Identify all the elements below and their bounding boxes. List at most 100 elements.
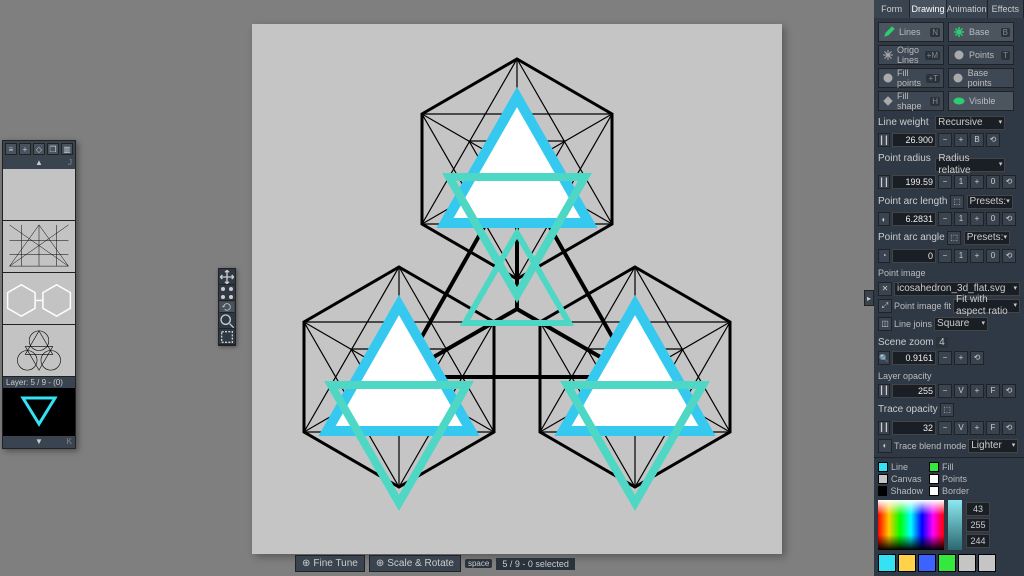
layer-stack-icon[interactable]: ▥ [61,143,73,155]
toggle-basepoints[interactable]: Base points [948,68,1014,88]
slider-icon[interactable]: ┃┃ [878,175,890,189]
toggle-origo[interactable]: Origo Lines+M [878,45,944,65]
point-radius-input[interactable]: 199.59 [892,175,936,189]
fit-select[interactable]: Fit with aspect ratio▾ [953,299,1020,313]
line-weight-mode[interactable]: Recursive▾ [935,116,1005,130]
layer-tag-icon[interactable]: ◇ [33,143,45,155]
slider-icon[interactable]: ┃┃ [878,133,890,147]
v-button[interactable]: V [954,384,968,398]
tab-form[interactable]: Form [874,0,910,18]
one-button[interactable]: 1 [954,175,968,189]
arc-len-input[interactable]: 6.2831 [892,212,936,226]
hue-picker[interactable] [878,500,944,550]
rgb-b[interactable]: 244 [966,534,990,548]
reset-button[interactable]: ⟲ [970,351,984,365]
node-tool-icon[interactable] [219,285,235,301]
layer-opacity-input[interactable]: 255 [892,384,936,398]
b-button[interactable]: B [970,133,984,147]
one-button[interactable]: 1 [954,212,968,226]
tone-slider[interactable] [948,500,962,550]
canvas[interactable] [252,24,782,554]
plus-button[interactable]: + [954,351,968,365]
color-points[interactable]: Points [929,474,974,484]
point-radius-mode[interactable]: Radius relative▾ [935,158,1005,172]
move-tool-icon[interactable] [219,269,235,285]
tab-animation[interactable]: Animation [947,0,988,18]
minus-button[interactable]: − [938,249,952,263]
minus-button[interactable]: − [938,212,952,226]
reset-button[interactable]: ⟲ [1002,175,1016,189]
link-segment-icon[interactable]: ⬚ [947,231,961,245]
layer-thumb[interactable] [3,325,75,377]
slider-icon[interactable]: ┃┃ [878,421,890,435]
join-icon[interactable]: ◫ [878,317,892,331]
one-button[interactable]: 1 [954,249,968,263]
color-fill[interactable]: Fill [929,462,974,472]
toggle-points[interactable]: PointsT [948,45,1014,65]
angle-icon[interactable]: ◔ [878,249,890,263]
rotate-tool-icon[interactable] [219,301,235,313]
arc-len-preset[interactable]: Presets:▾ [967,195,1013,209]
active-layer-thumb[interactable] [3,388,75,436]
toggle-base[interactable]: BaseB [948,22,1014,42]
toggle-fillpoints[interactable]: Fill points+T [878,68,944,88]
slider-icon[interactable]: ┃┃ [878,384,890,398]
minus-button[interactable]: − [938,175,952,189]
scale-rotate-button[interactable]: ⊕Scale & Rotate [369,555,461,572]
fit-icon[interactable]: ⤢ [878,299,892,313]
layer-thumb[interactable] [3,169,75,221]
rgb-r[interactable]: 43 [966,502,990,516]
f-button[interactable]: F [986,384,1000,398]
plus-button[interactable]: + [954,133,968,147]
palette-swatch[interactable] [978,554,996,572]
layers-down[interactable]: ▼K [3,436,75,448]
panel-expand-icon[interactable]: ▸ [864,290,874,306]
plus-button[interactable]: + [970,175,984,189]
reset-button[interactable]: ⟲ [1002,384,1016,398]
plus-button[interactable]: + [970,249,984,263]
f-button[interactable]: F [986,421,1000,435]
palette-swatch[interactable] [938,554,956,572]
palette-swatch[interactable] [898,554,916,572]
palette-swatch[interactable] [878,554,896,572]
reset-button[interactable]: ⟲ [1002,249,1016,263]
blend-select[interactable]: Lighter▾ [968,439,1018,453]
color-canvas[interactable]: Canvas [878,474,923,484]
layer-menu-icon[interactable]: ≡ [5,143,17,155]
layer-add-icon[interactable]: + [19,143,31,155]
minus-button[interactable]: − [938,421,952,435]
minus-button[interactable]: − [938,351,952,365]
join-select[interactable]: Square▾ [934,317,988,331]
toggle-visible[interactable]: Visible [948,91,1014,111]
arc-ang-preset[interactable]: Presets:▾ [964,231,1010,245]
layer-thumb[interactable] [3,273,75,325]
zero-button[interactable]: 0 [986,212,1000,226]
minus-button[interactable]: − [938,384,952,398]
layer-copy-icon[interactable]: ❐ [47,143,59,155]
layer-thumb[interactable] [3,221,75,273]
line-weight-input[interactable]: 26.900 [892,133,936,147]
zero-button[interactable]: 0 [986,249,1000,263]
arc-ang-input[interactable]: 0 [892,249,936,263]
zoom-input[interactable]: 0.9161 [892,351,936,365]
arc-icon[interactable]: ◐ [878,212,890,226]
plus-button[interactable]: + [970,212,984,226]
toggle-lines[interactable]: LinesN [878,22,944,42]
tab-effects[interactable]: Effects [988,0,1024,18]
minus-button[interactable]: − [938,133,952,147]
palette-swatch[interactable] [918,554,936,572]
reset-button[interactable]: ⟲ [1002,421,1016,435]
clear-image-icon[interactable]: ✕ [878,282,892,296]
reset-button[interactable]: ⟲ [986,133,1000,147]
color-border[interactable]: Border [929,486,974,496]
plus-button[interactable]: + [970,421,984,435]
color-shadow[interactable]: Shadow [878,486,923,496]
zoom-tool-icon[interactable] [219,313,235,329]
select-tool-icon[interactable] [219,329,235,345]
palette-swatch[interactable] [958,554,976,572]
toggle-fillshape[interactable]: Fill shapeH [878,91,944,111]
zero-button[interactable]: 0 [986,175,1000,189]
v-button[interactable]: V [954,421,968,435]
plus-button[interactable]: + [970,384,984,398]
trace-opacity-input[interactable]: 32 [892,421,936,435]
